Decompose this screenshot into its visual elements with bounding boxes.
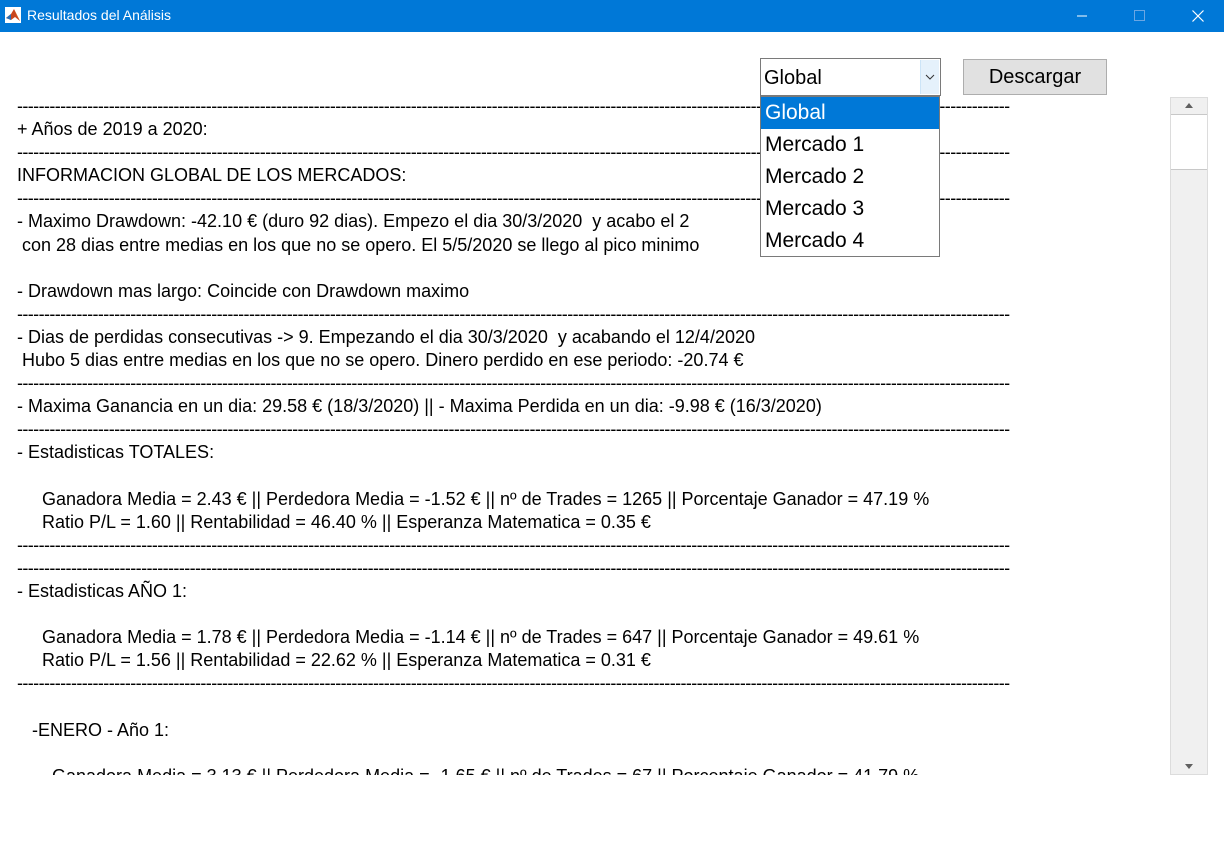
report-line: Ganadora Media = 1.78 € || Perdedora Med… bbox=[17, 627, 920, 648]
separator-line: ----------------------------------------… bbox=[17, 534, 1010, 555]
scroll-down-button[interactable] bbox=[1171, 759, 1207, 774]
report-line: - Estadisticas TOTALES: bbox=[17, 442, 215, 463]
report-line: INFORMACION GLOBAL DE LOS MERCADOS: bbox=[17, 165, 407, 186]
report-line: + Años de 2019 a 2020: bbox=[17, 119, 208, 140]
report-line: - Estadisticas AÑO 1: bbox=[17, 580, 188, 601]
close-button[interactable] bbox=[1168, 0, 1224, 32]
minimize-button[interactable] bbox=[1052, 0, 1112, 32]
matlab-icon bbox=[5, 7, 21, 23]
separator-line: ----------------------------------------… bbox=[17, 142, 1010, 163]
results-window: Resultados del Análisis ----------------… bbox=[0, 0, 1224, 851]
maximize-button[interactable] bbox=[1110, 0, 1170, 32]
report-line: - Maximo Drawdown: -42.10 € (duro 92 dia… bbox=[17, 211, 690, 232]
market-select-value: Global bbox=[764, 67, 822, 89]
market-select[interactable]: Global bbox=[760, 58, 941, 96]
dropdown-option-mercado-1[interactable]: Mercado 1 bbox=[761, 129, 939, 161]
dropdown-option-mercado-3[interactable]: Mercado 3 bbox=[761, 193, 939, 225]
report-line: - Drawdown mas largo: Coincide con Drawd… bbox=[17, 280, 470, 301]
chevron-down-icon bbox=[925, 74, 935, 80]
report-line: Ganadora Media = 3.13 € || Perdedora Med… bbox=[17, 765, 1169, 775]
separator-line: ----------------------------------------… bbox=[17, 419, 1010, 440]
download-button[interactable]: Descargar bbox=[963, 59, 1107, 95]
separator-line: ----------------------------------------… bbox=[17, 303, 1010, 324]
report-line bbox=[17, 257, 1169, 280]
report-line: - Dias de perdidas consecutivas -> 9. Em… bbox=[17, 326, 755, 347]
separator-line: ----------------------------------------… bbox=[17, 673, 1010, 694]
arrow-down-icon bbox=[1185, 764, 1193, 769]
scroll-thumb[interactable] bbox=[1171, 114, 1207, 170]
report-line bbox=[17, 465, 1169, 488]
report-line bbox=[17, 603, 1169, 626]
separator-line: ----------------------------------------… bbox=[17, 373, 1010, 394]
separator-line: ----------------------------------------… bbox=[17, 557, 1010, 578]
report-line bbox=[17, 695, 1169, 718]
report-line: Hubo 5 dias entre medias en los que no s… bbox=[17, 350, 744, 371]
dropdown-option-mercado-4[interactable]: Mercado 4 bbox=[761, 225, 939, 257]
report-line: Ganadora Media = 2.43 € || Perdedora Med… bbox=[17, 488, 930, 509]
vertical-scrollbar[interactable] bbox=[1170, 97, 1208, 775]
scroll-up-button[interactable] bbox=[1171, 98, 1207, 113]
market-dropdown-list: Global Mercado 1 Mercado 2 Mercado 3 Mer… bbox=[760, 96, 940, 257]
report-line: Ratio P/L = 1.60 || Rentabilidad = 46.40… bbox=[17, 511, 651, 532]
report-text-area[interactable]: ----------------------------------------… bbox=[17, 95, 1169, 775]
dropdown-option-mercado-2[interactable]: Mercado 2 bbox=[761, 161, 939, 193]
report-line: Ratio P/L = 1.56 || Rentabilidad = 22.62… bbox=[17, 650, 651, 671]
report-line: con 28 dias entre medias en los que no s… bbox=[17, 234, 700, 255]
arrow-up-icon bbox=[1185, 103, 1193, 108]
report-line: - Maxima Ganancia en un dia: 29.58 € (18… bbox=[17, 396, 822, 417]
report-line bbox=[17, 742, 1169, 765]
title-bar[interactable]: Resultados del Análisis bbox=[0, 0, 1224, 32]
separator-line: ----------------------------------------… bbox=[17, 96, 1010, 116]
report-line: -ENERO - Año 1: bbox=[17, 719, 170, 740]
select-dropdown-button[interactable] bbox=[920, 60, 939, 94]
window-title: Resultados del Análisis bbox=[27, 7, 171, 23]
separator-line: ----------------------------------------… bbox=[17, 188, 1010, 209]
dropdown-option-global[interactable]: Global bbox=[761, 97, 939, 129]
